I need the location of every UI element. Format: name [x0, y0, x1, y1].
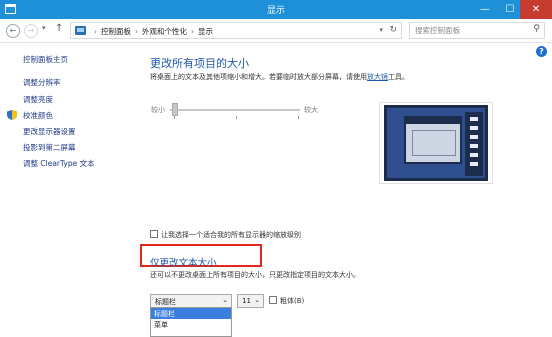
search-icon[interactable]: ⚲	[533, 24, 540, 34]
size-description-text: 将桌面上的文本及其他项缩小和增大。若要临时放大部分屏幕，请使用	[150, 73, 367, 81]
font-size-value: 11	[242, 297, 251, 305]
font-size-select[interactable]: 11 ⌄	[237, 294, 264, 308]
chevron-down-icon: ⌄	[254, 296, 260, 304]
per-display-checkbox[interactable]	[150, 230, 158, 238]
sidebar-item-home[interactable]: 控制面板主页	[23, 54, 68, 65]
size-description-tail: 工具。	[388, 73, 409, 81]
breadcrumb: › 控制面板 › 外观和个性化 › 显示 ▾ ↻	[70, 22, 402, 39]
back-button[interactable]: ←	[6, 24, 20, 38]
recent-locations-button[interactable]: ▾	[42, 24, 46, 32]
sidebar-item-resolution[interactable]: 调整分辨率	[23, 77, 61, 88]
slider-tick	[298, 116, 299, 119]
window-title: 显示	[266, 6, 285, 16]
breadcrumb-item-control-panel[interactable]: 控制面板	[101, 27, 131, 36]
size-slider-thumb[interactable]	[172, 103, 178, 116]
text-size-heading: 仅更改文本大小	[150, 258, 217, 269]
page-title: 更改所有项目的大小	[150, 57, 249, 70]
sidebar-item-brightness[interactable]: 调整亮度	[23, 94, 53, 105]
magnifier-link[interactable]: 放大镜	[367, 73, 388, 81]
sidebar: 控制面板主页 调整分辨率 调整亮度 校准颜色 更改显示器设置 投影到第二屏幕 调…	[0, 44, 132, 337]
preview-window	[404, 116, 462, 164]
item-select[interactable]: 标题栏 ⌄	[150, 294, 232, 308]
shield-icon	[7, 110, 17, 120]
breadcrumb-item-appearance[interactable]: 外观和个性化	[142, 27, 187, 36]
refresh-icon[interactable]: ↻	[389, 25, 397, 35]
breadcrumb-item-display[interactable]: 显示	[198, 27, 213, 36]
dropdown-option-title-bar[interactable]: 标题栏	[151, 308, 231, 319]
breadcrumb-separator: ›	[94, 27, 97, 36]
size-slider[interactable]	[170, 109, 300, 111]
forward-button[interactable]: →	[24, 24, 38, 38]
search-box: ⚲	[409, 22, 545, 39]
search-input[interactable]	[410, 23, 526, 38]
sidebar-item-display-settings[interactable]: 更改显示器设置	[23, 126, 76, 137]
breadcrumb-list: › 控制面板 › 外观和个性化 › 显示	[90, 26, 213, 37]
minimize-button[interactable]: —	[472, 0, 498, 19]
slider-tick	[174, 116, 175, 119]
address-bar: ← → ▾ ↑ › 控制面板 › 外观和个性化 › 显示 ▾ ↻ ⚲	[0, 19, 552, 43]
sidebar-item-project-second-screen[interactable]: 投影到第二屏幕	[23, 142, 76, 153]
main-content: 更改所有项目的大小 将桌面上的文本及其他项缩小和增大。若要临时放大部分屏幕，请使…	[132, 44, 552, 337]
item-dropdown-list: 标题栏 菜单	[150, 307, 232, 337]
slider-tick	[236, 116, 237, 119]
control-panel-icon	[75, 26, 86, 35]
bold-checkbox[interactable]	[269, 296, 277, 304]
preview-panel	[465, 112, 483, 176]
sidebar-item-cleartype[interactable]: 调整 ClearType 文本	[23, 158, 95, 169]
up-button[interactable]: ↑	[55, 23, 63, 34]
slider-label-small: 较小	[151, 106, 165, 114]
display-preview-image	[384, 105, 488, 181]
size-description: 将桌面上的文本及其他项缩小和增大。若要临时放大部分屏幕，请使用放大镜工具。	[150, 72, 409, 82]
breadcrumb-separator: ›	[135, 27, 138, 36]
slider-label-large: 较大	[304, 106, 318, 114]
bold-option[interactable]: 粗体(B)	[269, 296, 304, 306]
close-button[interactable]: ✕	[520, 0, 552, 19]
per-display-label: 让我选择一个适合我的所有显示器的缩放级别	[161, 231, 301, 239]
per-display-option[interactable]: 让我选择一个适合我的所有显示器的缩放级别	[150, 230, 301, 240]
item-select-value: 标题栏	[155, 298, 176, 306]
chevron-down-icon: ⌄	[222, 296, 228, 304]
dropdown-option-menu[interactable]: 菜单	[151, 319, 231, 330]
breadcrumb-separator: ›	[191, 27, 194, 36]
address-dropdown-icon[interactable]: ▾	[379, 26, 383, 34]
bold-label: 粗体(B)	[280, 297, 305, 305]
sidebar-item-calibrate-color[interactable]: 校准颜色	[23, 110, 53, 121]
text-size-description: 还可以不更改桌面上所有项目的大小，只更改指定项目的文本大小。	[150, 271, 360, 279]
title-bar: 显示 — ☐ ✕	[0, 0, 552, 19]
